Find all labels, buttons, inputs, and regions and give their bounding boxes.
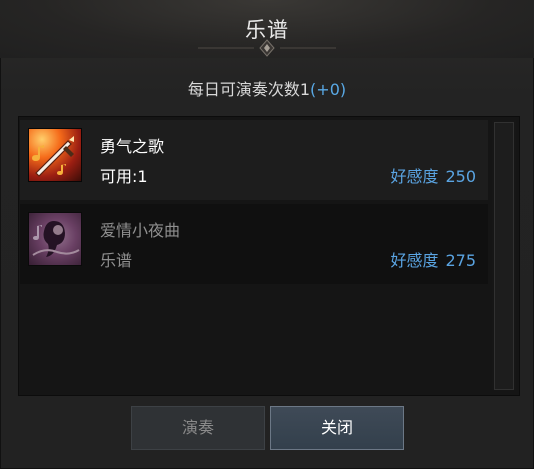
play-button[interactable]: 演奏 bbox=[131, 406, 265, 450]
sheet-music-window: 乐谱 每日可演奏次数1(+0) 勇气之歌 可用:1 好感度 250 爱情小夜曲 … bbox=[0, 0, 534, 469]
affinity-value: 275 bbox=[445, 251, 476, 270]
song-type: 乐谱 bbox=[100, 251, 133, 270]
close-button[interactable]: 关闭 bbox=[270, 406, 404, 450]
affinity-label: 好感度 bbox=[390, 167, 439, 186]
serenade-figure-icon bbox=[28, 212, 82, 266]
affinity-label: 好感度 bbox=[390, 251, 439, 270]
scrollbar-thumb[interactable] bbox=[494, 122, 514, 390]
daily-performance-label: 每日可演奏次数1 bbox=[187, 80, 311, 99]
song-name: 勇气之歌 bbox=[100, 137, 165, 156]
affinity-value: 250 bbox=[445, 167, 476, 186]
song-affinity: 好感度 275 bbox=[390, 247, 476, 271]
song-availability: 可用:1 bbox=[100, 167, 148, 186]
title-bar: 乐谱 bbox=[0, 0, 534, 58]
song-name: 爱情小夜曲 bbox=[100, 221, 181, 240]
song-item-courage[interactable]: 勇气之歌 可用:1 好感度 250 bbox=[20, 120, 488, 200]
daily-performance-bonus: (+0) bbox=[310, 80, 347, 99]
song-item-serenade[interactable]: 爱情小夜曲 乐谱 好感度 275 bbox=[20, 204, 488, 284]
daily-performance-count: 每日可演奏次数1(+0) bbox=[0, 76, 534, 100]
title-ornament-icon bbox=[198, 39, 336, 57]
song-affinity: 好感度 250 bbox=[390, 163, 476, 187]
dagger-music-note-icon bbox=[28, 128, 82, 182]
